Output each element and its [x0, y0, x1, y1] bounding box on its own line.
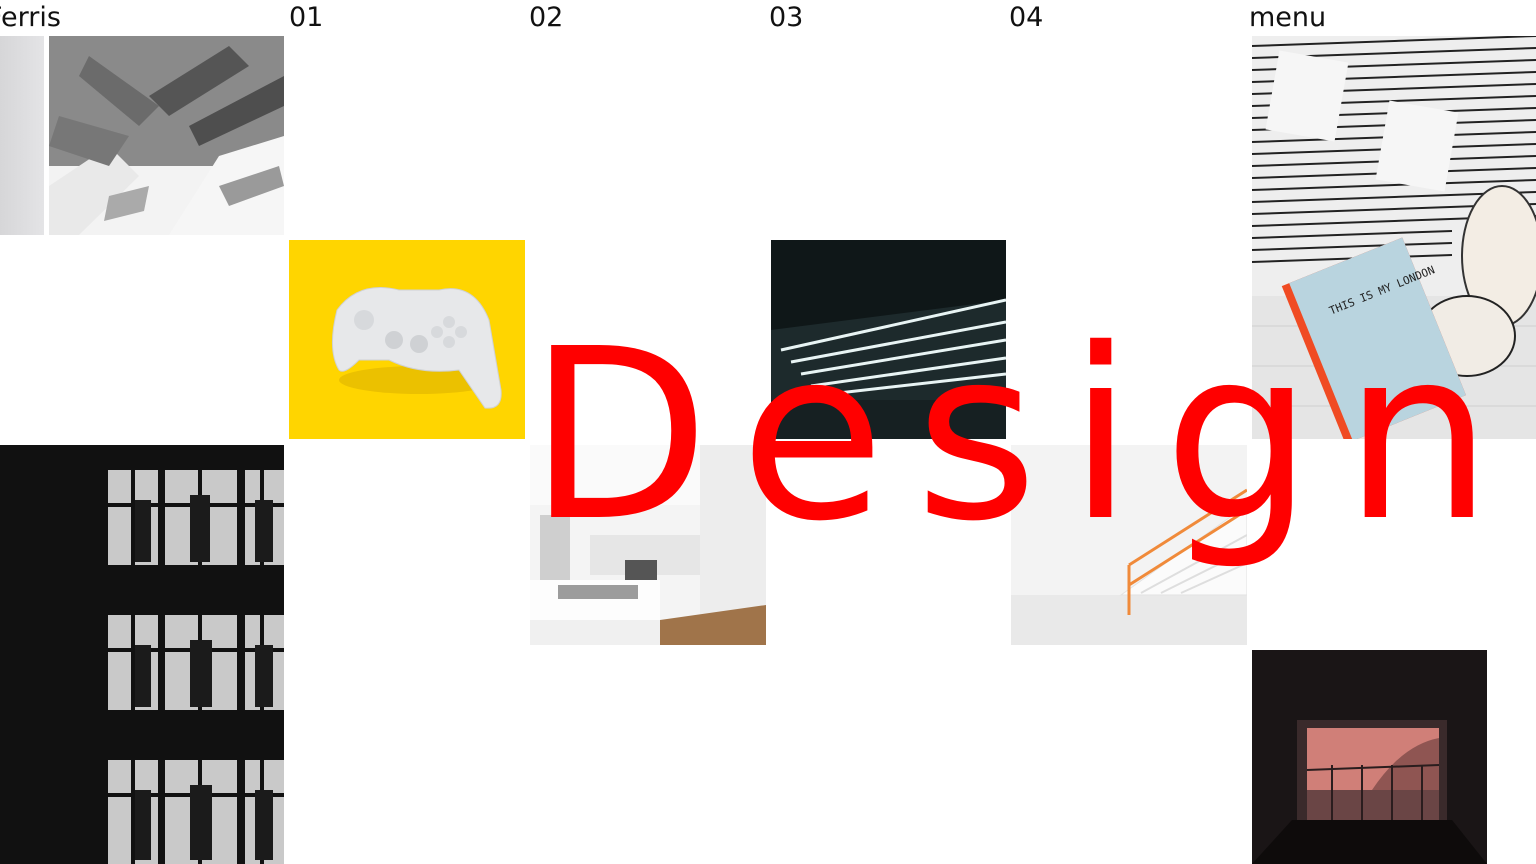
- gallery-tile-gamepad[interactable]: [289, 240, 525, 439]
- nav-item-02[interactable]: 02: [529, 0, 563, 36]
- gallery-tile-dark-window[interactable]: [1252, 650, 1487, 864]
- menu-button[interactable]: menu: [1249, 0, 1326, 36]
- gallery-stage: Ferris 01 02 03 04 menu: [0, 0, 1536, 864]
- nav-item-01[interactable]: 01: [289, 0, 323, 36]
- hero-word: Design: [528, 298, 1523, 573]
- gallery-tile-night-windows[interactable]: [0, 445, 284, 864]
- nav-item-04[interactable]: 04: [1009, 0, 1043, 36]
- gallery-tile-grey[interactable]: [0, 36, 44, 235]
- gallery-tile-palm-shadow[interactable]: [49, 36, 284, 235]
- nav-item-03[interactable]: 03: [769, 0, 803, 36]
- brand-logo[interactable]: Ferris: [0, 0, 61, 36]
